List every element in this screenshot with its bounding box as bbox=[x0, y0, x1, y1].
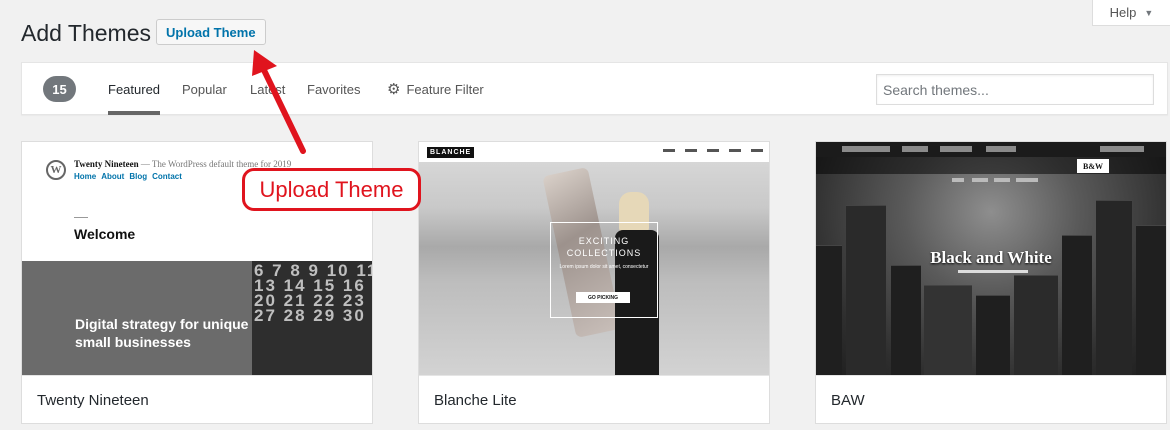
preview-nav: Home About Blog Contact bbox=[74, 172, 182, 181]
preview-hero-text: Digital strategy for unique small busine… bbox=[75, 316, 249, 350]
preview-hero: 6 7 8 9 10 11 13 14 15 16 17 18 20 21 22… bbox=[22, 261, 372, 375]
annotation-callout: Upload Theme bbox=[242, 168, 421, 211]
theme-screenshot: B&W Black and White bbox=[816, 142, 1166, 375]
gear-icon: ⚙ bbox=[387, 81, 401, 98]
preview-logo: BLANCHE bbox=[427, 147, 475, 158]
theme-card-blanche-lite[interactable]: BLANCHE EXCITING COLLECTIONS Lorem ipsum… bbox=[418, 141, 770, 424]
preview-title: Black and White bbox=[930, 248, 1052, 267]
page-title: Add Themes bbox=[21, 20, 151, 46]
theme-screenshot: BLANCHE EXCITING COLLECTIONS Lorem ipsum… bbox=[419, 142, 769, 375]
caret-down-icon: ▼ bbox=[1144, 7, 1154, 18]
preview-menu bbox=[663, 149, 763, 152]
tab-popular[interactable]: Popular bbox=[182, 63, 227, 115]
help-tab[interactable]: Help ▼ bbox=[1092, 0, 1170, 26]
preview-logo: B&W bbox=[1077, 159, 1109, 173]
theme-filter-bar: 15 Featured Popular Latest Favorites ⚙ F… bbox=[21, 62, 1168, 115]
tab-latest[interactable]: Latest bbox=[250, 63, 285, 115]
preview-calendar: 6 7 8 9 10 11 13 14 15 16 17 18 20 21 22… bbox=[254, 261, 372, 325]
theme-card-baw[interactable]: B&W Black and White BAW bbox=[815, 141, 1167, 424]
tab-featured[interactable]: Featured bbox=[108, 63, 161, 115]
help-label: Help bbox=[1109, 5, 1137, 20]
tab-favorites[interactable]: Favorites bbox=[307, 63, 360, 115]
preview-subtitle: Lorem ipsum dolor sit amet, consectetur bbox=[559, 264, 649, 270]
preview-title: EXCITING COLLECTIONS bbox=[566, 236, 642, 258]
feature-filter-button[interactable]: ⚙ Feature Filter bbox=[387, 63, 484, 115]
theme-name: Blanche Lite bbox=[419, 375, 769, 423]
preview-welcome: Welcome bbox=[74, 226, 136, 242]
theme-count-badge: 15 bbox=[43, 76, 76, 102]
upload-theme-button[interactable]: Upload Theme bbox=[156, 19, 266, 45]
search-themes-input[interactable] bbox=[876, 74, 1154, 105]
feature-filter-label: Feature Filter bbox=[406, 81, 484, 97]
theme-name: BAW bbox=[816, 375, 1166, 423]
wordpress-logo-icon: W bbox=[46, 160, 66, 180]
preview-button: GO PICKING bbox=[576, 292, 630, 303]
theme-name: Twenty Nineteen bbox=[22, 375, 372, 423]
